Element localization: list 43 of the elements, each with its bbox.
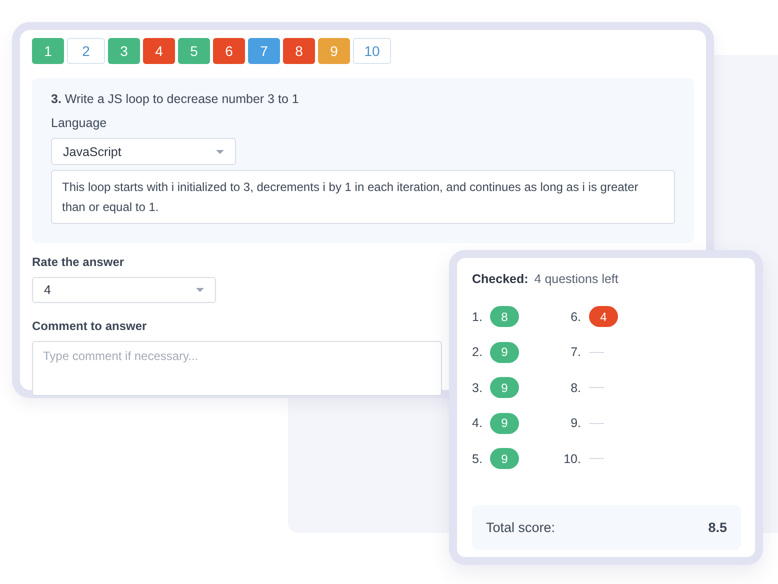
score-pill: 4: [589, 306, 618, 327]
score-pill: 9: [490, 448, 519, 469]
question-number-button[interactable]: 7: [248, 38, 280, 64]
question-number: 8.: [570, 380, 581, 394]
question-number: 6.: [570, 310, 581, 324]
question-number: 4.: [472, 416, 482, 430]
question-number: 2.: [472, 345, 482, 359]
score-pill: 8: [490, 306, 519, 327]
score-pill: 9: [490, 342, 519, 362]
question-number-button[interactable]: 9: [318, 38, 350, 64]
question-number-button[interactable]: 5: [178, 38, 210, 64]
question-number-button[interactable]: 6: [213, 38, 245, 64]
question-number-button[interactable]: 2: [67, 38, 105, 64]
comment-label: Comment to answer: [32, 319, 148, 333]
question-number: 5.: [472, 452, 482, 466]
total-score-value: 8.5: [708, 520, 727, 535]
language-dropdown[interactable]: JavaScript: [51, 138, 236, 165]
total-score-label: Total score:: [486, 520, 556, 535]
score-pill: 9: [490, 412, 519, 434]
question-number: 1.: [472, 310, 482, 324]
no-score-dash: [589, 422, 604, 424]
caret-icon: [216, 150, 224, 154]
language-label: Language: [51, 116, 108, 130]
score-pill: 9: [490, 377, 519, 398]
question-number: 9.: [570, 416, 581, 430]
question-number-button[interactable]: 3: [108, 38, 140, 64]
comment-field[interactable]: Type comment if necessary...: [32, 341, 442, 396]
question-number-button[interactable]: 4: [143, 38, 175, 64]
question-number-button[interactable]: 10: [353, 38, 391, 64]
caret-icon: [196, 288, 204, 292]
answer-text: This loop starts with i initialized to 3, decrements i by 1 in each iteration, and continues as long as i is greater than or equal to 1.: [51, 170, 675, 224]
remaining-count: 4 questions left: [534, 272, 618, 286]
no-score-dash: [589, 387, 604, 388]
question-number-button[interactable]: 8: [283, 38, 315, 64]
rating-label: Rate the answer: [32, 255, 126, 269]
no-score-dash: [589, 458, 604, 459]
question-number: 7.: [570, 345, 581, 359]
question-text: 3. Write a JS loop to decrease number 3 to 1: [51, 92, 300, 106]
question-number: 10.: [562, 452, 581, 466]
rating-dropdown[interactable]: 4: [32, 277, 216, 303]
question-number: 3.: [472, 380, 482, 394]
question-number-button[interactable]: 1: [32, 38, 64, 64]
checked-label: Checked:: [472, 272, 528, 286]
